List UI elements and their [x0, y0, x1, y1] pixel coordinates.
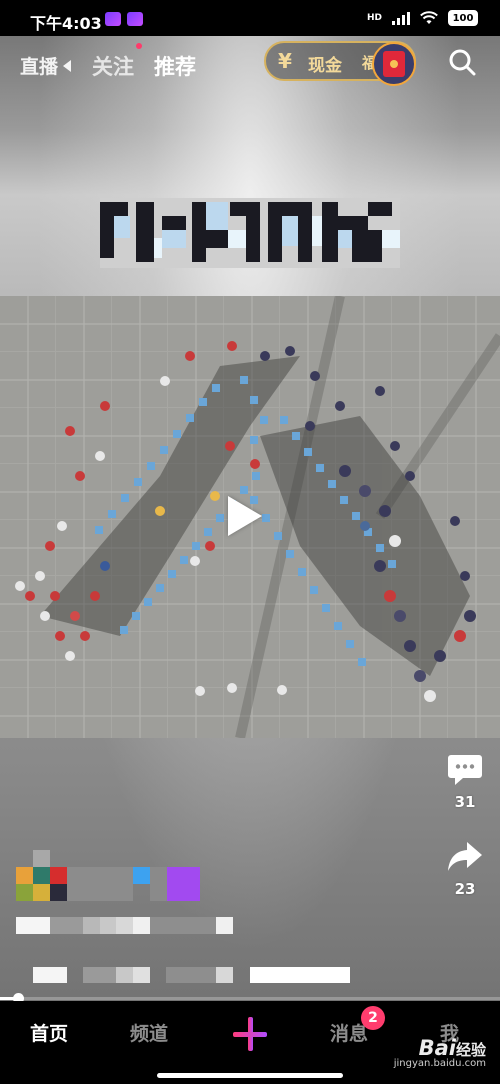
video-progress-bar[interactable] [0, 993, 500, 1004]
tab-follow[interactable]: 关注 [92, 51, 134, 81]
messages-badge: 2 [361, 1006, 385, 1030]
live-button[interactable]: 直播 [20, 52, 72, 79]
app-notification-icon [127, 12, 143, 26]
yen-icon: ¥ [278, 49, 292, 73]
live-label: 直播 [20, 56, 59, 78]
status-time: 下午4:03 [30, 14, 102, 33]
speaker-icon [63, 59, 72, 72]
home-indicator [157, 1073, 343, 1078]
hd-indicator: HD [366, 12, 382, 23]
tab-home[interactable]: 首页 [30, 1019, 68, 1046]
comment-count: 31 [454, 793, 476, 811]
play-icon[interactable] [228, 496, 262, 536]
bottom-tab-bar: 首页 频道 消息 2 我 Bai经验 jingyan.baidu.com [0, 1001, 500, 1084]
signal-icon [392, 11, 410, 25]
watermark-url: jingyan.baidu.com [393, 1058, 486, 1070]
status-right: HD 100 [367, 10, 478, 26]
tab-recommend[interactable]: 推荐 [154, 51, 196, 81]
pixelated-title [100, 198, 400, 268]
baidu-jingyan-watermark: Bai经验 jingyan.baidu.com [394, 1037, 486, 1070]
follow-new-dot [136, 43, 142, 49]
top-nav: 直播 关注 推荐 ¥ 现金 福 [0, 36, 500, 92]
battery-icon: 100 [448, 10, 478, 26]
search-icon[interactable] [448, 48, 476, 76]
tab-channel[interactable]: 频道 [130, 1019, 168, 1046]
create-plus-icon[interactable] [233, 1017, 267, 1051]
red-packet-icon [383, 51, 405, 77]
watermark-brand: Bai [418, 1036, 456, 1060]
cash-label: 现金 [308, 56, 342, 76]
app-notification-icon [105, 12, 121, 26]
status-bar: 下午4:03 HD 100 [0, 0, 500, 36]
comment-button[interactable]: 31 [430, 753, 500, 811]
red-packet-button[interactable] [372, 42, 416, 86]
comment-icon [448, 755, 482, 785]
watermark-brand-suffix: 经验 [455, 1041, 486, 1059]
notification-icons [105, 12, 143, 26]
pixelated-caption [16, 850, 350, 983]
wifi-icon [420, 11, 438, 24]
